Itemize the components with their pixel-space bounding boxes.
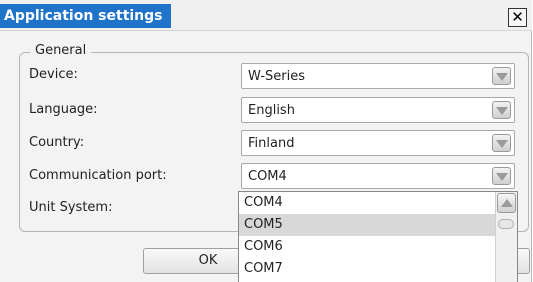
scroll-up-button[interactable] <box>497 193 516 213</box>
language-value: English <box>248 103 295 118</box>
chevron-down-icon <box>496 73 508 81</box>
dropdown-option-com7[interactable]: COM7 <box>239 258 495 280</box>
dropdown-option-com5[interactable]: COM5 <box>239 214 495 236</box>
chevron-up-icon <box>501 199 513 207</box>
device-dropdown-button[interactable] <box>492 67 511 85</box>
scrollbar-thumb[interactable] <box>498 219 514 229</box>
settings-dialog: Application settings ✕ General Device: W… <box>0 0 532 282</box>
chevron-down-icon <box>496 173 508 181</box>
communication-port-value: COM4 <box>248 169 287 184</box>
country-dropdown-button[interactable] <box>492 134 511 152</box>
country-label: Country: <box>29 135 85 150</box>
close-button[interactable]: ✕ <box>508 8 527 27</box>
chevron-down-icon <box>496 107 508 115</box>
close-icon: ✕ <box>511 8 524 26</box>
communication-port-dropdown-button[interactable] <box>492 167 511 185</box>
ok-button-label: OK <box>198 253 218 268</box>
language-label: Language: <box>29 102 98 117</box>
language-dropdown-button[interactable] <box>492 101 511 119</box>
communication-port-label: Communication port: <box>29 168 167 183</box>
title-bar: Application settings ✕ <box>0 0 532 31</box>
language-select[interactable]: English <box>241 97 515 123</box>
unit-system-label: Unit System: <box>29 200 113 215</box>
dropdown-option-com4[interactable]: COM4 <box>239 192 495 214</box>
chevron-down-icon <box>496 140 508 148</box>
dropdown-option-com6[interactable]: COM6 <box>239 236 495 258</box>
device-label: Device: <box>29 67 78 82</box>
communication-port-dropdown-list[interactable]: COM4 COM5 COM6 COM7 <box>238 191 518 282</box>
device-select[interactable]: W-Series <box>241 63 515 89</box>
window-title: Application settings <box>0 4 171 28</box>
dropdown-scrollbar[interactable] <box>495 192 517 282</box>
general-legend: General <box>30 43 92 59</box>
communication-port-select[interactable]: COM4 <box>241 163 515 189</box>
country-select[interactable]: Finland <box>241 130 515 156</box>
ok-button[interactable]: OK <box>143 248 241 274</box>
device-value: W-Series <box>248 69 305 84</box>
country-value: Finland <box>248 136 295 151</box>
